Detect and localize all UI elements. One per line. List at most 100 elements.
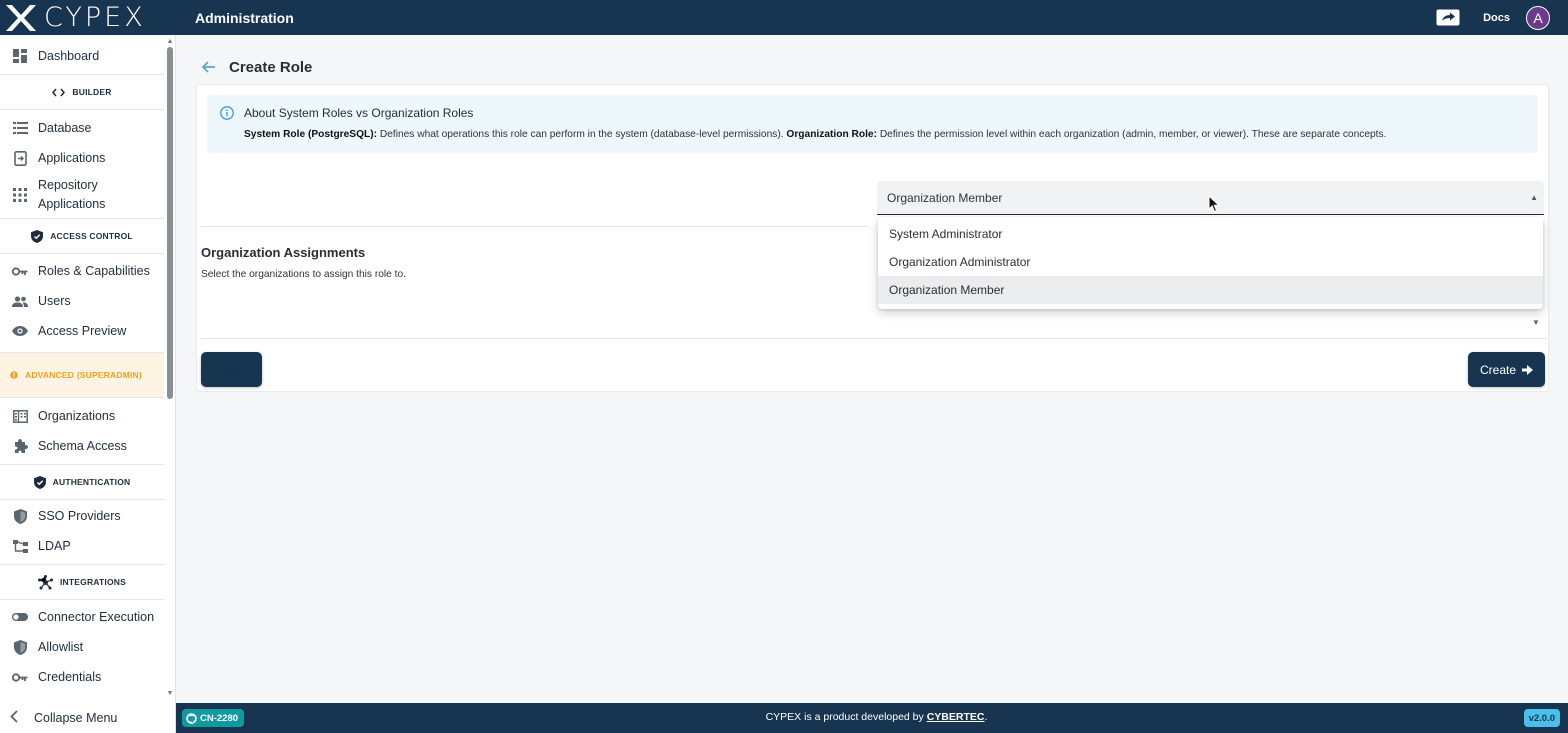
database-icon [12,120,28,136]
sidebar-item-repository-applications[interactable]: Repository Applications [0,175,164,215]
shield-icon [12,508,28,524]
sidebar-item-applications[interactable]: Applications [0,143,164,173]
building-icon [12,408,28,424]
section-access-control: ACCESS CONTROL [0,218,164,254]
sidebar-item-label: Database [38,120,92,135]
option-organization-administrator[interactable]: Organization Administrator [878,248,1543,276]
option-organization-member[interactable]: Organization Member [878,276,1543,304]
share-icon [1436,9,1460,26]
info-icon [220,106,234,125]
sidebar-item-label: LDAP [38,538,71,553]
sidebar-item-organizations[interactable]: Organizations [0,401,164,431]
sidebar-item-label: Connector Execution [38,609,155,624]
sidebar-item-database[interactable]: Database [0,113,164,143]
sidebar-item-credentials[interactable]: Credentials [0,662,164,692]
org-role-label: Organization Role: [786,129,877,140]
code-icon [52,88,66,97]
caret-down-icon[interactable]: ▼ [1532,318,1540,327]
applications-icon [12,150,28,166]
collapse-menu-label: Collapse Menu [34,711,118,725]
section-label: ACCESS CONTROL [50,231,133,241]
system-role-text: Defines what operations this role can pe… [377,129,787,140]
section-label: ADVANCED (SUPERADMIN) [25,370,142,380]
section-advanced-superadmin: ADVANCED (SUPERADMIN) [0,352,164,398]
hierarchy-icon [12,538,28,554]
users-icon [12,293,28,309]
info-title: About System Roles vs Organization Roles [244,106,474,120]
system-role-label: System Role (PostgreSQL): [244,129,378,140]
cancel-button[interactable]: Cancel [201,352,262,387]
scroll-up-arrow[interactable]: ▲ [166,38,174,46]
sidebar-item-schema-access[interactable]: Schema Access [0,431,164,461]
github-icon [186,712,197,724]
sidebar-item-label: Repository Applications [38,178,106,211]
scroll-down-arrow[interactable]: ▼ [166,690,174,698]
arrow-right-icon [1522,364,1534,375]
credit-suffix: . [984,711,988,723]
sidebar-item-connector-execution[interactable]: Connector Execution [0,602,164,632]
credit-prefix: CYPEX is a product developed by [765,711,927,723]
dashboard-icon [12,48,28,64]
github-badge-label: CN-2280 [200,712,239,724]
create-label: Create [1479,362,1517,377]
org-assignments-title: Organization Assignments [201,245,366,260]
sidebar-item-label: Allowlist [38,639,84,654]
collapse-menu-button[interactable]: Collapse Menu [0,703,176,733]
shield-icon [31,229,44,243]
sidebar-item-access-preview[interactable]: Access Preview [0,316,164,346]
section-label: INTEGRATIONS [60,577,126,587]
sidebar-item-allowlist[interactable]: Allowlist [0,632,164,662]
chevron-left-icon [10,710,18,726]
arrow-left-icon [202,61,215,73]
toggle-icon [12,609,28,625]
sidebar-item-label: Applications [38,150,106,165]
logo-text: CYPEX [44,2,146,33]
back-button[interactable] [200,58,218,76]
shield-icon [12,639,28,655]
top-bar: CYPEX Administration Docs A [0,0,1568,35]
share-button[interactable] [1435,9,1461,27]
info-body: System Role (PostgreSQL): Defines what o… [244,129,1386,140]
cypex-logo-icon [6,4,36,31]
page-heading: Administration [195,9,294,26]
hub-icon [38,574,53,590]
divider [201,338,1546,339]
sidebar-item-label: Credentials [38,669,102,684]
section-integrations: INTEGRATIONS [0,564,164,600]
scroll-thumb[interactable] [167,47,173,399]
sidebar-item-dashboard[interactable]: Dashboard [0,41,164,71]
sidebar: Dashboard BUILDER Database Applications … [0,35,176,703]
sidebar-item-label: Schema Access [38,438,127,453]
main-content: Create Role About System Roles vs Organi… [176,35,1568,703]
sidebar-item-ldap[interactable]: LDAP [0,531,164,561]
sidebar-scrollbar[interactable]: ▲ ▼ [165,35,175,703]
version-badge: v2.0.0 [1523,709,1560,727]
section-label: AUTHENTICATION [52,477,131,487]
option-system-administrator[interactable]: System Administrator [878,220,1543,248]
sidebar-item-label: Dashboard [38,48,100,63]
org-role-dropdown-menu: System Administrator Organization Admini… [878,217,1543,309]
org-role-text: Defines the permission level within each… [876,129,1387,140]
docs-link[interactable]: Docs [1483,12,1510,24]
avatar[interactable]: A [1526,5,1550,30]
sidebar-item-label: Roles & Capabilities [38,263,150,278]
section-builder: BUILDER [0,74,164,110]
divider [201,226,869,227]
cypex-logo[interactable]: CYPEX [0,0,176,35]
cybertec-link[interactable]: CYBERTEC [927,711,985,723]
org-role-select-value: Organization Member [887,191,1003,205]
create-button[interactable]: Create [1468,352,1545,387]
grid-icon [12,187,28,203]
sidebar-item-label: SSO Providers [38,508,121,523]
sidebar-item-roles-capabilities[interactable]: Roles & Capabilities [0,256,164,286]
org-assignments-description: Select the organizations to assign this … [201,269,406,280]
github-badge[interactable]: CN-2280 [182,709,245,727]
sidebar-item-label: Access Preview [38,323,127,338]
sidebar-item-sso-providers[interactable]: SSO Providers [0,501,164,531]
key-icon [12,669,28,685]
sidebar-item-label: Users [38,293,71,308]
footer: CYPEX is a product developed by CYBERTEC… [0,703,1568,733]
sidebar-item-users[interactable]: Users [0,286,164,316]
sidebar-item-label: Organizations [38,408,116,423]
info-alert: About System Roles vs Organization Roles… [207,95,1538,153]
